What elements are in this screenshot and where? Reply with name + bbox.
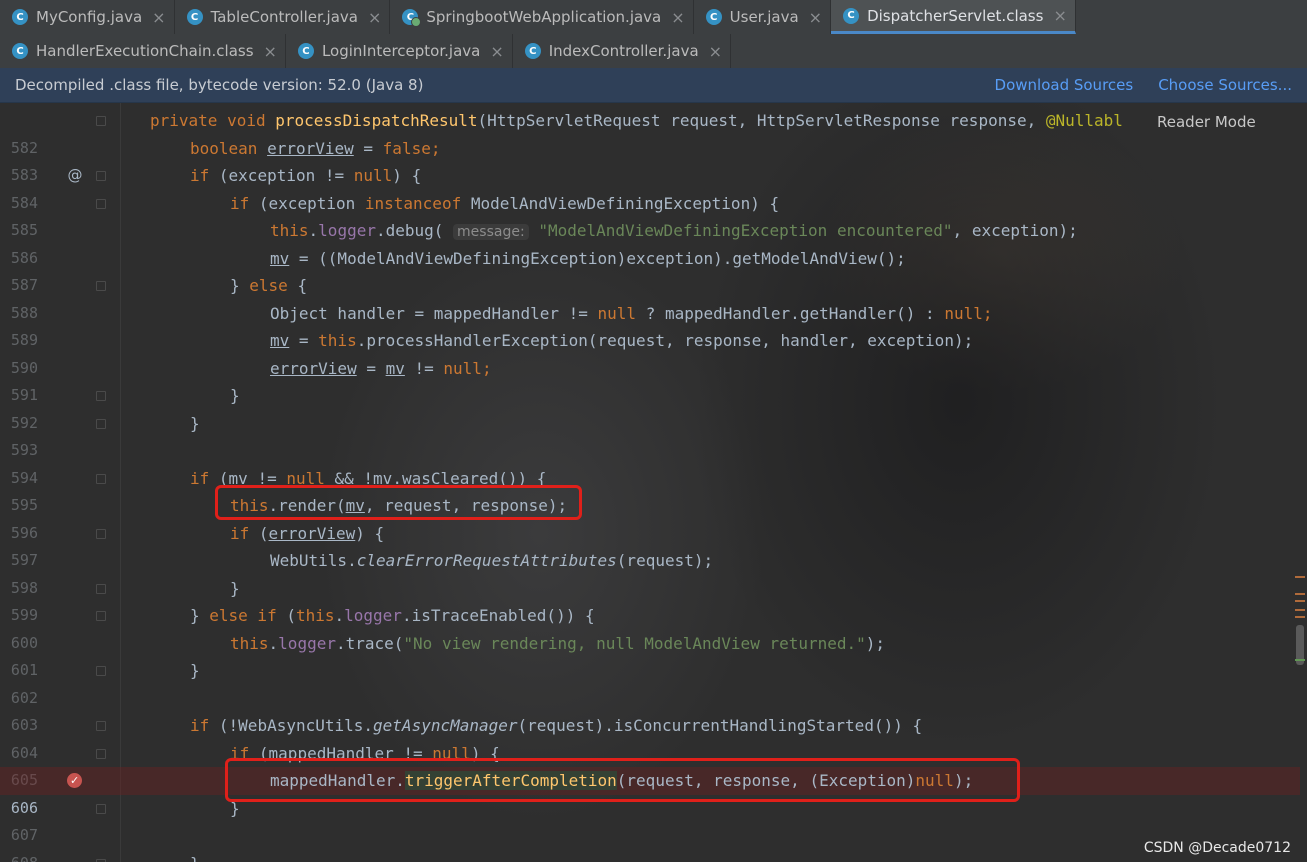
breakpoint-icon[interactable]	[67, 767, 82, 795]
code-line: 609 }	[0, 850, 1300, 862]
fold-icon[interactable]	[96, 473, 106, 484]
code-line: 584 if (exception != null) {	[0, 162, 1300, 212]
tab-label: IndexController.java	[548, 42, 699, 60]
class-file-icon: C	[186, 9, 203, 25]
close-icon[interactable]: ×	[671, 8, 684, 27]
close-icon[interactable]: ×	[709, 42, 722, 61]
code-line: 600 } else if (this.logger.isTraceEnable…	[0, 602, 1300, 652]
fold-icon[interactable]	[96, 748, 106, 759]
code-editor[interactable]: 582 @ private void processDispatchResult…	[0, 103, 1307, 862]
code-line: 608	[0, 822, 1300, 862]
fold-icon[interactable]	[96, 116, 106, 126]
fold-icon[interactable]	[96, 391, 106, 401]
code-line: 603	[0, 685, 1300, 734]
code-line: 589 Object handler = mappedHandler != nu…	[0, 300, 1300, 350]
code-line: 596 this.render(mv, request, response);	[0, 492, 1300, 542]
code-line: 595 if (mv != null && !mv.wasCleared()) …	[0, 465, 1300, 515]
fold-icon[interactable]	[96, 583, 106, 594]
tab-myconfig[interactable]: C MyConfig.java ×	[0, 0, 175, 34]
tab-logininterceptor[interactable]: C LoginInterceptor.java ×	[286, 34, 513, 68]
class-file-icon: C	[705, 9, 722, 25]
highlight-box-trigger-after-completion	[225, 758, 1020, 802]
class-file-icon: C	[297, 43, 314, 59]
scrollbar[interactable]	[1293, 103, 1307, 862]
spring-class-file-icon: C	[402, 9, 422, 27]
fold-icon[interactable]	[96, 198, 106, 209]
code-line: 593 }	[0, 410, 1300, 460]
close-icon[interactable]: ×	[152, 8, 165, 27]
code-line: 601 this.logger.trace("No view rendering…	[0, 630, 1300, 680]
code-line: 583 boolean errorView = false;	[0, 135, 1300, 185]
code-line: 587 mv = ((ModelAndViewDefiningException…	[0, 245, 1300, 295]
code-line: 588 } else {	[0, 272, 1300, 322]
class-file-icon: C	[524, 43, 541, 59]
choose-sources-link[interactable]: Choose Sources...	[1158, 76, 1292, 94]
tab-label: MyConfig.java	[36, 8, 143, 26]
tab-springbootwebapplication[interactable]: C SpringbootWebApplication.java ×	[390, 0, 694, 34]
tab-handlerexecutionchain[interactable]: C HandlerExecutionChain.class ×	[0, 34, 286, 68]
code-line: 599 }	[0, 575, 1300, 625]
parameter-hint: message:	[453, 224, 529, 240]
code-line: 582 @ private void processDispatchResult…	[0, 107, 1300, 184]
download-sources-link[interactable]: Download Sources	[995, 76, 1134, 94]
tab-label: DispatcherServlet.class	[867, 6, 1044, 25]
close-icon[interactable]: ×	[368, 8, 381, 27]
fold-icon[interactable]	[96, 281, 106, 291]
tab-label: SpringbootWebApplication.java	[426, 8, 662, 26]
banner-text: Decompiled .class file, bytecode version…	[15, 76, 424, 94]
editor-tabs-row-2: C HandlerExecutionChain.class × C LoginI…	[0, 34, 1307, 69]
code-line: 597 if (errorView) {	[0, 520, 1300, 570]
tab-indexcontroller[interactable]: C IndexController.java ×	[513, 34, 732, 68]
watermark: CSDN @Decade0712	[1143, 840, 1291, 856]
tab-label: TableController.java	[210, 8, 358, 26]
tab-label: User.java	[729, 8, 799, 26]
close-icon[interactable]: ×	[264, 42, 277, 61]
tab-dispatcherservlet[interactable]: C DispatcherServlet.class ×	[831, 0, 1076, 34]
editor-tabs-row-1: C MyConfig.java × C TableController.java…	[0, 0, 1307, 35]
code-line: 598 WebUtils.clearErrorRequestAttributes…	[0, 547, 1300, 597]
class-file-icon: C	[12, 43, 28, 59]
fold-icon[interactable]	[96, 611, 106, 621]
fold-icon[interactable]	[96, 858, 106, 862]
code-line: 585 if (exception instanceof ModelAndVie…	[0, 190, 1300, 240]
code-line: 591 errorView = mv != null;	[0, 355, 1300, 405]
tab-label: HandlerExecutionChain.class	[36, 42, 254, 60]
close-icon[interactable]: ×	[490, 42, 503, 61]
fold-icon[interactable]	[96, 666, 106, 676]
highlight-box-render	[215, 485, 582, 520]
class-file-icon: C	[843, 7, 860, 24]
code-line: 604 if (!WebAsyncUtils.getAsyncManager(r…	[0, 712, 1300, 762]
decompiled-banner: Decompiled .class file, bytecode version…	[0, 68, 1307, 103]
fold-icon[interactable]	[96, 171, 106, 181]
code-line: 586 this.logger.debug( message: "ModelAn…	[0, 217, 1300, 267]
code-line: 594	[0, 437, 1300, 487]
code-line: 590 mv = this.processHandlerException(re…	[0, 327, 1300, 377]
tab-label: LoginInterceptor.java	[321, 42, 481, 60]
code-line: 592 }	[0, 382, 1300, 432]
close-icon[interactable]: ×	[1053, 6, 1066, 25]
fold-icon[interactable]	[96, 721, 106, 731]
class-file-icon: C	[12, 9, 28, 25]
close-icon[interactable]: ×	[809, 8, 822, 27]
fold-icon[interactable]	[96, 418, 106, 429]
fold-icon[interactable]	[96, 528, 106, 539]
tab-user[interactable]: C User.java ×	[694, 0, 832, 34]
code-line: 602 }	[0, 657, 1300, 707]
tab-tablecontroller[interactable]: C TableController.java ×	[175, 0, 391, 34]
fold-icon[interactable]	[96, 803, 106, 814]
reader-mode-button[interactable]: Reader Mode	[1127, 109, 1307, 135]
